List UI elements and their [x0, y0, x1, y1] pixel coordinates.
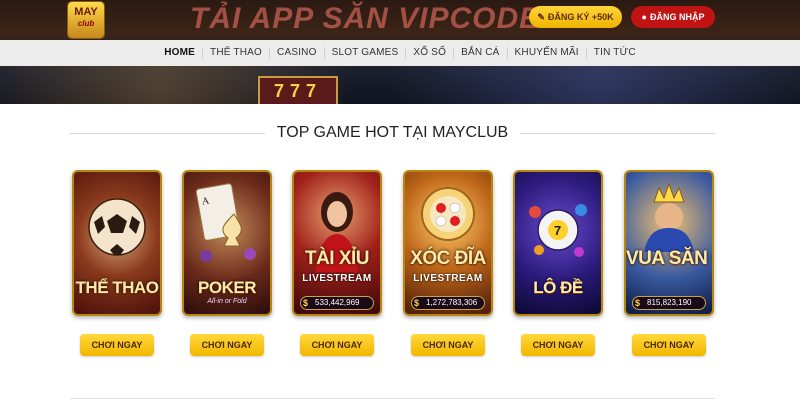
nav-item-khuyen-mai[interactable]: KHUYẾN MÃI	[506, 47, 586, 59]
game-card-poker[interactable]: A POKER All-in or Fold	[182, 170, 272, 316]
game-card-xoc-dia[interactable]: XÓC ĐĨA LIVESTREAM $ 1,272,783,306	[403, 170, 493, 316]
game-card-tai-xiu[interactable]: TÀI XỈU LIVESTREAM $ 533,442,969	[292, 170, 382, 316]
play-now-button[interactable]: CHƠI NGAY	[300, 334, 374, 356]
section-title: TOP GAME HOT TẠI MAYCLUB	[276, 124, 509, 141]
divider-right	[520, 132, 715, 134]
play-now-button[interactable]: CHƠI NGAY	[80, 334, 154, 356]
card-title: TÀI XỈU	[304, 248, 370, 269]
card-title: LÔ ĐỀ	[533, 278, 583, 297]
user-icon: ●	[641, 12, 647, 22]
hero-background-lights	[0, 66, 800, 104]
dollar-icon: $	[635, 298, 641, 308]
card-art	[294, 172, 380, 314]
nav-item-home[interactable]: HOME	[157, 47, 202, 59]
card-title: THỂ THAO	[75, 278, 159, 297]
card-subtitle: LIVESTREAM	[302, 273, 372, 284]
jackpot-value: 533,442,969	[315, 298, 360, 307]
card-subtitle: LIVESTREAM	[413, 273, 483, 284]
logo-subtext: club	[77, 19, 95, 28]
register-label: ĐĂNG KÝ +50K	[547, 12, 614, 22]
dollar-icon: $	[303, 298, 309, 308]
playing-cards-icon: A	[195, 183, 256, 262]
soccer-ball-icon	[88, 198, 146, 256]
play-now-button[interactable]: CHƠI NGAY	[632, 334, 706, 356]
login-label: ĐĂNG NHẬP	[649, 12, 705, 22]
dollar-icon: $	[414, 298, 420, 308]
card-title: POKER	[198, 278, 256, 297]
jackpot-value: 815,823,190	[647, 298, 692, 307]
jackpot-counter: $ 1,272,783,306	[411, 296, 485, 310]
main-nav: HOME THỂ THAO CASINO SLOT GAMES XỔ SỐ BẮ…	[0, 40, 800, 66]
card-art	[626, 172, 712, 314]
nav-item-slot-games[interactable]: SLOT GAMES	[323, 47, 406, 59]
svg-text:7: 7	[554, 223, 561, 238]
lottery-balls-icon: 7	[529, 204, 587, 257]
card-title: XÓC ĐĨA	[410, 248, 486, 269]
jackpot-value: 1,272,783,306	[426, 298, 478, 307]
play-now-button[interactable]: CHƠI NGAY	[521, 334, 595, 356]
slot-reel-graphic: 777	[258, 76, 338, 104]
nav-item-tin-tuc[interactable]: TIN TỨC	[585, 47, 643, 59]
login-button[interactable]: ● ĐĂNG NHẬP	[631, 6, 715, 28]
jackpot-counter: $ 533,442,969	[300, 296, 374, 310]
play-now-button[interactable]: CHƠI NGAY	[190, 334, 264, 356]
divider-left	[70, 132, 265, 134]
game-card-vua-san-ca[interactable]: VUA SĂN CÁ $ 815,823,190	[624, 170, 714, 316]
card-art	[405, 172, 491, 314]
game-card-the-thao[interactable]: THỂ THAO	[72, 170, 162, 316]
pencil-icon: ✎	[537, 12, 545, 22]
logo-text: MAY	[74, 6, 98, 18]
bottom-divider	[70, 398, 715, 399]
nav-item-xo-so[interactable]: XỔ SỐ	[405, 47, 453, 59]
nav-item-casino[interactable]: CASINO	[269, 47, 324, 59]
play-now-button[interactable]: CHƠI NGAY	[411, 334, 485, 356]
king-warrior-icon	[644, 182, 694, 252]
nav-item-ban-ca[interactable]: BẮN CÁ	[453, 47, 506, 59]
card-title: VUA SĂN CÁ	[626, 248, 712, 269]
nav-item-the-thao[interactable]: THỂ THAO	[202, 47, 269, 59]
mayclub-logo[interactable]: MAY club	[68, 2, 104, 38]
jackpot-counter: $ 815,823,190	[632, 296, 706, 310]
game-card-lo-de[interactable]: 7 LÔ ĐỀ	[513, 170, 603, 316]
register-button[interactable]: ✎ ĐĂNG KÝ +50K	[529, 6, 622, 28]
section-header: TOP GAME HOT TẠI MAYCLUB	[70, 122, 715, 144]
card-tagline: All-in or Fold	[207, 298, 247, 305]
